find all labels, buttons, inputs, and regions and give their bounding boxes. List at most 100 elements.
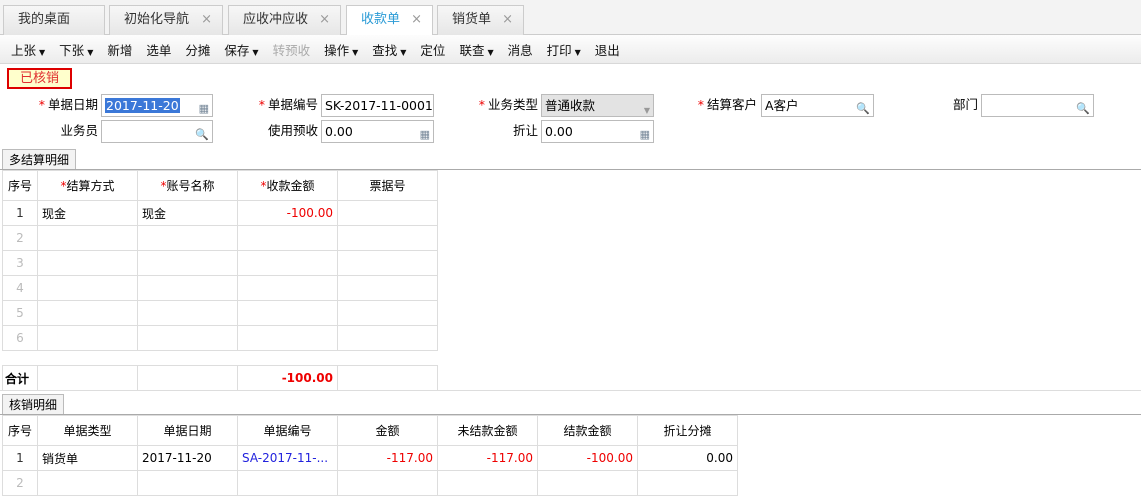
calendar-icon[interactable]: ▦ — [199, 98, 209, 119]
table-cell[interactable] — [137, 225, 238, 251]
table-cell[interactable]: -117.00 — [437, 445, 538, 471]
select-bill-button[interactable]: 选单 — [139, 40, 178, 59]
close-icon[interactable]: × — [201, 6, 212, 34]
search-icon[interactable]: 🔍 — [856, 98, 870, 119]
search-icon[interactable]: 🔍 — [1076, 98, 1090, 119]
table-row[interactable]: 2 — [2, 225, 438, 251]
table-cell[interactable] — [337, 325, 438, 351]
locate-button[interactable]: 定位 — [413, 40, 452, 59]
tab-ar-offset[interactable]: 应收冲应收 × — [228, 5, 341, 35]
dept-field[interactable]: 🔍 — [981, 94, 1094, 117]
table-cell[interactable] — [137, 275, 238, 301]
row-number[interactable]: 1 — [2, 445, 38, 471]
table-cell[interactable] — [37, 225, 138, 251]
table-cell[interactable] — [137, 250, 238, 276]
close-icon[interactable]: × — [502, 6, 513, 34]
link-query-button[interactable]: 联查 ▼ — [452, 40, 500, 59]
business-type-select[interactable]: 普通收款 ▼ — [541, 94, 654, 117]
operate-button[interactable]: 操作 ▼ — [317, 40, 365, 59]
table-cell[interactable]: 销货单 — [37, 445, 138, 471]
bill-no-link[interactable] — [237, 470, 338, 496]
table-cell[interactable] — [337, 470, 438, 496]
discount-field[interactable]: 0.00 ▦ — [541, 120, 654, 143]
bill-no-link[interactable]: SA-2017-11-... — [237, 445, 338, 471]
table-cell[interactable] — [237, 275, 338, 301]
tab-desktop[interactable]: 我的桌面 — [3, 5, 105, 35]
row-number[interactable]: 3 — [2, 250, 38, 276]
no-label: * 单据编号 — [258, 97, 318, 112]
message-button[interactable]: 消息 — [501, 40, 540, 59]
table-cell[interactable] — [237, 250, 338, 276]
table-cell[interactable] — [337, 275, 438, 301]
tab-receipt[interactable]: 收款单 × — [346, 5, 433, 36]
row-number[interactable]: 2 — [2, 470, 38, 496]
row-number[interactable]: 1 — [2, 200, 38, 226]
staff-label: 业务员 — [60, 123, 98, 138]
table-row[interactable]: 3 — [2, 250, 438, 276]
calculator-icon[interactable]: ▦ — [640, 124, 650, 145]
table-row[interactable]: 1 现金 现金 -100.00 — [2, 200, 438, 226]
table-row[interactable]: 4 — [2, 275, 438, 301]
table-cell[interactable]: -100.00 — [537, 445, 638, 471]
table-row[interactable]: 1 销货单 2017-11-20 SA-2017-11-... -117.00 -117.… — [2, 445, 738, 471]
table-cell[interactable] — [137, 300, 238, 326]
new-button[interactable]: 新增 — [100, 40, 139, 59]
cell — [137, 365, 238, 391]
table-row[interactable]: 2 — [2, 470, 738, 496]
close-icon[interactable]: × — [319, 6, 330, 34]
close-icon[interactable]: × — [411, 6, 422, 34]
allocate-button[interactable]: 分摊 — [178, 40, 217, 59]
table-cell[interactable] — [37, 470, 138, 496]
next-button[interactable]: 下张 ▼ — [52, 40, 100, 59]
table-row[interactable]: 5 — [2, 300, 438, 326]
table-cell[interactable] — [437, 470, 538, 496]
table-cell[interactable] — [37, 325, 138, 351]
table-cell[interactable] — [137, 325, 238, 351]
table-cell[interactable]: 现金 — [137, 200, 238, 226]
tab-sales[interactable]: 销货单 × — [437, 5, 524, 35]
table-cell[interactable] — [137, 470, 238, 496]
table-cell[interactable] — [637, 470, 738, 496]
customer-field[interactable]: A客户 🔍 — [761, 94, 874, 117]
table-cell[interactable] — [537, 470, 638, 496]
row-number[interactable]: 5 — [2, 300, 38, 326]
table-cell[interactable] — [337, 300, 438, 326]
table-cell[interactable] — [237, 300, 338, 326]
table-cell[interactable] — [37, 275, 138, 301]
staff-field[interactable]: 🔍 — [101, 120, 213, 143]
tab-settlement-detail[interactable]: 多结算明细 — [2, 149, 77, 170]
tab-verify-detail[interactable]: 核销明细 — [2, 394, 65, 415]
table-row[interactable]: 6 — [2, 325, 438, 351]
table-cell[interactable]: 0.00 — [637, 445, 738, 471]
row-number[interactable]: 4 — [2, 275, 38, 301]
print-button[interactable]: 打印 ▼ — [540, 40, 588, 59]
date-field[interactable]: 2017-11-20 ▦ — [101, 94, 213, 117]
customer-label: * 结算客户 — [697, 97, 757, 112]
table-cell[interactable] — [37, 300, 138, 326]
find-button[interactable]: 查找 ▼ — [365, 40, 413, 59]
tab-label: 收款单 — [361, 12, 401, 27]
col-header: 单据日期 — [137, 415, 238, 446]
table-cell[interactable]: 现金 — [37, 200, 138, 226]
table-cell[interactable]: -117.00 — [337, 445, 438, 471]
row-number[interactable]: 6 — [2, 325, 38, 351]
table-cell[interactable] — [37, 250, 138, 276]
bill-no-field[interactable]: SK-2017-11-0001 — [321, 94, 434, 117]
table-cell[interactable] — [337, 250, 438, 276]
tab-init-guide[interactable]: 初始化导航 × — [109, 5, 223, 35]
prepay-field[interactable]: 0.00 ▦ — [321, 120, 434, 143]
calculator-icon[interactable]: ▦ — [420, 124, 430, 145]
table-cell[interactable]: -100.00 — [237, 200, 338, 226]
table-cell[interactable] — [237, 225, 338, 251]
save-button[interactable]: 保存 ▼ — [217, 40, 265, 59]
table-cell[interactable] — [337, 225, 438, 251]
table-cell[interactable] — [237, 325, 338, 351]
table-cell[interactable] — [337, 200, 438, 226]
to-prepay-button: 转预收 — [272, 42, 311, 58]
exit-button[interactable]: 退出 — [588, 40, 627, 59]
search-icon[interactable]: 🔍 — [195, 124, 209, 145]
prev-button[interactable]: 上张 ▼ — [4, 40, 52, 59]
row-number[interactable]: 2 — [2, 225, 38, 251]
table-cell[interactable]: 2017-11-20 — [137, 445, 238, 471]
dept-label: 部门 — [952, 97, 978, 112]
